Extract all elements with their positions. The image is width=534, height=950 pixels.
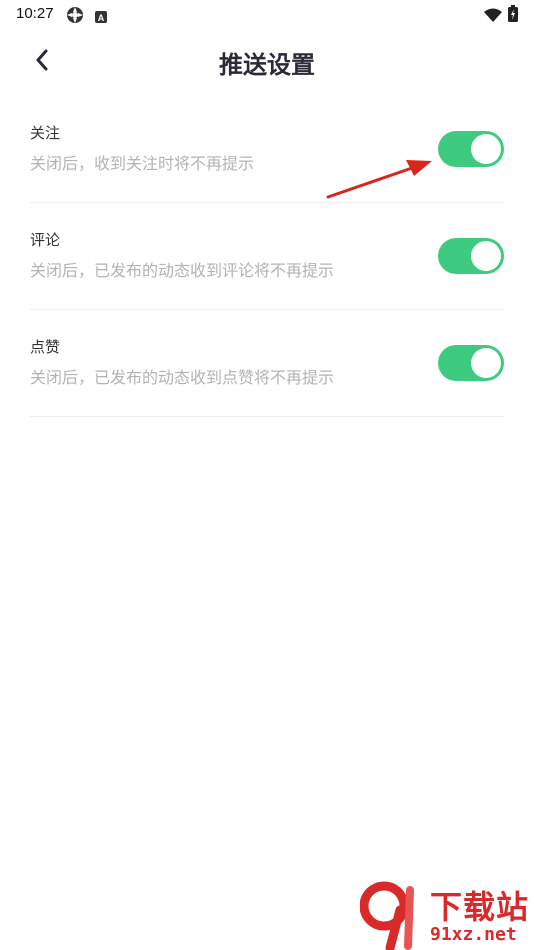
toggle-knob [471, 348, 501, 378]
follow-toggle[interactable] [438, 131, 504, 167]
setting-description: 关闭后，已发布的动态收到点赞将不再提示 [30, 368, 335, 387]
status-time: 10:27 [16, 5, 54, 22]
battery-icon [508, 5, 518, 26]
watermark-logo-icon [360, 881, 414, 950]
watermark-text: 下载站 [430, 888, 530, 926]
like-toggle[interactable] [438, 345, 504, 381]
setting-row-like: 点赞 关闭后，已发布的动态收到点赞将不再提示 [30, 310, 504, 417]
setting-description: 关闭后，已发布的动态收到评论将不再提示 [30, 261, 335, 280]
watermark-url: 91xz.net [430, 924, 517, 945]
toggle-knob [471, 241, 501, 271]
header: 推送设置 [0, 28, 534, 92]
sync-icon [66, 6, 84, 28]
setting-title: 关注 [30, 124, 61, 142]
setting-title: 评论 [30, 231, 61, 249]
a-notification-icon: A [95, 8, 107, 27]
wifi-icon [484, 7, 502, 26]
setting-description: 关闭后，收到关注时将不再提示 [30, 154, 255, 173]
svg-text:A: A [98, 13, 105, 23]
toggle-knob [471, 134, 501, 164]
page-title: 推送设置 [219, 51, 315, 79]
setting-row-comment: 评论 关闭后，已发布的动态收到评论将不再提示 [30, 203, 504, 310]
watermark: 下载站 91xz.net [360, 880, 534, 950]
annotation-arrow-icon [326, 160, 432, 199]
setting-title: 点赞 [30, 338, 61, 356]
comment-toggle[interactable] [438, 238, 504, 274]
status-bar: 10:27 A [0, 0, 534, 28]
